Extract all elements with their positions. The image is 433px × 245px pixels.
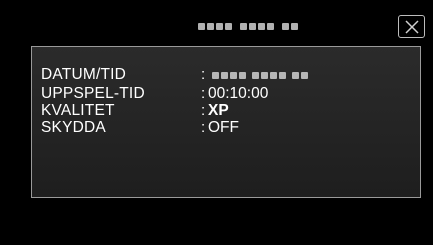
info-colon: : xyxy=(201,119,206,136)
playback-time-value: 00:10:00 xyxy=(208,85,269,102)
redacted-text xyxy=(198,23,232,30)
info-row-protect: SKYDDA : OFF xyxy=(41,120,239,136)
close-icon xyxy=(404,19,419,34)
redacted-date-value xyxy=(212,71,308,79)
close-button[interactable] xyxy=(398,15,425,38)
info-row-quality: KVALITET : XP xyxy=(41,103,229,119)
info-label: DATUM/TID xyxy=(41,66,127,83)
info-label: UPPSPEL-TID xyxy=(41,85,145,102)
info-colon: : xyxy=(201,66,206,83)
screen: DATUM/TID : UPPSPEL-TID : 00:10:00 KVALI… xyxy=(0,0,433,245)
redacted-text xyxy=(282,23,298,30)
info-row-playback-time: UPPSPEL-TID : 00:10:00 xyxy=(41,86,268,102)
redacted-text xyxy=(240,23,274,30)
info-label: SKYDDA xyxy=(41,119,106,136)
header-title-redacted xyxy=(198,23,298,30)
info-row-date-time: DATUM/TID : xyxy=(41,67,308,83)
info-colon: : xyxy=(201,85,206,102)
protect-value: OFF xyxy=(208,119,239,136)
info-colon: : xyxy=(201,102,206,119)
quality-value: XP xyxy=(208,102,229,119)
info-panel: DATUM/TID : UPPSPEL-TID : 00:10:00 KVALI… xyxy=(31,46,421,198)
info-label: KVALITET xyxy=(41,102,115,119)
